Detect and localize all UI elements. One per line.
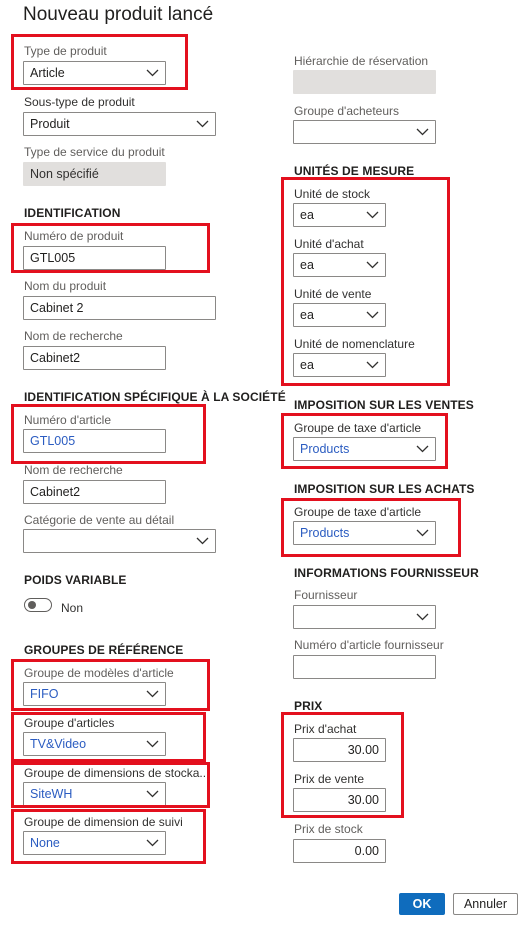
product-name-label: Nom du produit: [24, 279, 107, 293]
item-model-group-value: FIFO: [30, 687, 59, 701]
purchase-unit-label: Unité d'achat: [294, 237, 364, 251]
service-type-label: Type de service du produit: [24, 145, 165, 159]
purchase-unit-value: ea: [300, 258, 314, 272]
identification-header: IDENTIFICATION: [24, 206, 121, 220]
sales-item-tax-group-label: Groupe de taxe d'article: [294, 421, 422, 435]
company-search-name-label: Nom de recherche: [24, 463, 123, 477]
item-model-group-select[interactable]: FIFO: [23, 682, 166, 706]
reservation-hierarchy-field: [293, 70, 436, 94]
retail-category-label: Catégorie de vente au détail: [24, 513, 175, 527]
inventory-unit-label: Unité de stock: [294, 187, 371, 201]
ok-button[interactable]: OK: [399, 893, 445, 915]
purchase-item-tax-group-select[interactable]: Products: [293, 521, 436, 545]
purchase-price-label: Prix d'achat: [294, 722, 357, 736]
bom-unit-value: ea: [300, 358, 314, 372]
product-subtype-value: Produit: [30, 117, 70, 131]
company-search-name-input[interactable]: Cabinet2: [23, 480, 166, 504]
tracking-dimension-group-label: Groupe de dimension de suivi: [24, 815, 183, 829]
storage-dimension-group-label: Groupe de dimensions de stocka...: [24, 766, 210, 780]
purchase-item-tax-group-value: Products: [300, 526, 350, 540]
sales-price-input[interactable]: 30.00: [293, 788, 386, 812]
search-name-label: Nom de recherche: [24, 329, 123, 343]
bom-unit-select[interactable]: ea: [293, 353, 386, 377]
chevron-down-icon: [145, 832, 159, 854]
sales-unit-value: ea: [300, 308, 314, 322]
chevron-down-icon: [365, 204, 379, 226]
variable-weight-toggle[interactable]: [24, 598, 52, 612]
vendor-item-number-input[interactable]: [293, 655, 436, 679]
product-subtype-select[interactable]: Produit: [23, 112, 216, 136]
purchase-item-tax-group-label: Groupe de taxe d'article: [294, 505, 422, 519]
chevron-down-icon: [145, 683, 159, 705]
product-type-select[interactable]: Article: [23, 61, 166, 85]
dialog-title: Nouveau produit lancé: [23, 4, 214, 25]
sales-item-tax-group-value: Products: [300, 442, 350, 456]
chevron-down-icon: [145, 783, 159, 805]
product-type-label: Type de produit: [24, 44, 107, 58]
chevron-down-icon: [415, 606, 429, 628]
sales-unit-label: Unité de vente: [294, 287, 372, 301]
chevron-down-icon: [415, 121, 429, 143]
purchase-tax-header: IMPOSITION SUR LES ACHATS: [294, 482, 475, 496]
cost-price-input[interactable]: 0.00: [293, 839, 386, 863]
chevron-down-icon: [365, 254, 379, 276]
item-number-label: Numéro d'article: [24, 413, 111, 427]
variable-weight-header: POIDS VARIABLE: [24, 573, 127, 587]
product-name-input[interactable]: Cabinet 2: [23, 296, 216, 320]
tracking-dimension-group-value: None: [30, 836, 60, 850]
reservation-hierarchy-label: Hiérarchie de réservation: [294, 54, 429, 68]
item-number-input[interactable]: GTL005: [23, 429, 166, 453]
search-name-input[interactable]: Cabinet2: [23, 346, 166, 370]
chevron-down-icon: [415, 522, 429, 544]
vendor-label: Fournisseur: [294, 588, 358, 602]
sales-unit-select[interactable]: ea: [293, 303, 386, 327]
inventory-unit-select[interactable]: ea: [293, 203, 386, 227]
company-identification-header: IDENTIFICATION SPÉCIFIQUE À LA SOCIÉTÉ: [24, 390, 286, 404]
storage-dimension-group-select[interactable]: SiteWH: [23, 782, 166, 806]
purchase-price-input[interactable]: 30.00: [293, 738, 386, 762]
sales-price-label: Prix de vente: [294, 772, 365, 786]
chevron-down-icon: [195, 530, 209, 552]
vendor-item-number-label: Numéro d'article fournisseur: [294, 638, 444, 652]
item-model-group-label: Groupe de modèles d'article: [24, 666, 174, 680]
vendor-info-header: INFORMATIONS FOURNISSEUR: [294, 566, 479, 580]
chevron-down-icon: [365, 354, 379, 376]
sales-item-tax-group-select[interactable]: Products: [293, 437, 436, 461]
item-group-label: Groupe d'articles: [24, 716, 115, 730]
purchase-unit-select[interactable]: ea: [293, 253, 386, 277]
chevron-down-icon: [195, 113, 209, 135]
chevron-down-icon: [365, 304, 379, 326]
vendor-select[interactable]: [293, 605, 436, 629]
tracking-dimension-group-select[interactable]: None: [23, 831, 166, 855]
item-group-select[interactable]: TV&Video: [23, 732, 166, 756]
cost-price-label: Prix de stock: [294, 822, 363, 836]
chevron-down-icon: [415, 438, 429, 460]
product-number-label: Numéro de produit: [24, 229, 124, 243]
price-header: PRIX: [294, 699, 323, 713]
storage-dimension-group-value: SiteWH: [30, 787, 73, 801]
item-group-value: TV&Video: [30, 737, 87, 751]
inventory-unit-value: ea: [300, 208, 314, 222]
product-subtype-label: Sous-type de produit: [24, 95, 135, 109]
bom-unit-label: Unité de nomenclature: [294, 337, 415, 351]
variable-weight-toggle-label: Non: [61, 601, 84, 615]
toggle-knob: [28, 601, 36, 609]
chevron-down-icon: [145, 733, 159, 755]
product-type-value: Article: [30, 66, 65, 80]
buyer-group-label: Groupe d'acheteurs: [294, 104, 400, 118]
reference-groups-header: GROUPES DE RÉFÉRENCE: [24, 643, 184, 657]
buyer-group-select[interactable]: [293, 120, 436, 144]
units-header: UNITÉS DE MESURE: [294, 164, 415, 178]
cancel-button[interactable]: Annuler: [453, 893, 518, 915]
sales-tax-header: IMPOSITION SUR LES VENTES: [294, 398, 474, 412]
chevron-down-icon: [145, 62, 159, 84]
service-type-field: Non spécifié: [23, 162, 166, 186]
product-number-input[interactable]: GTL005: [23, 246, 166, 270]
retail-category-select[interactable]: [23, 529, 216, 553]
